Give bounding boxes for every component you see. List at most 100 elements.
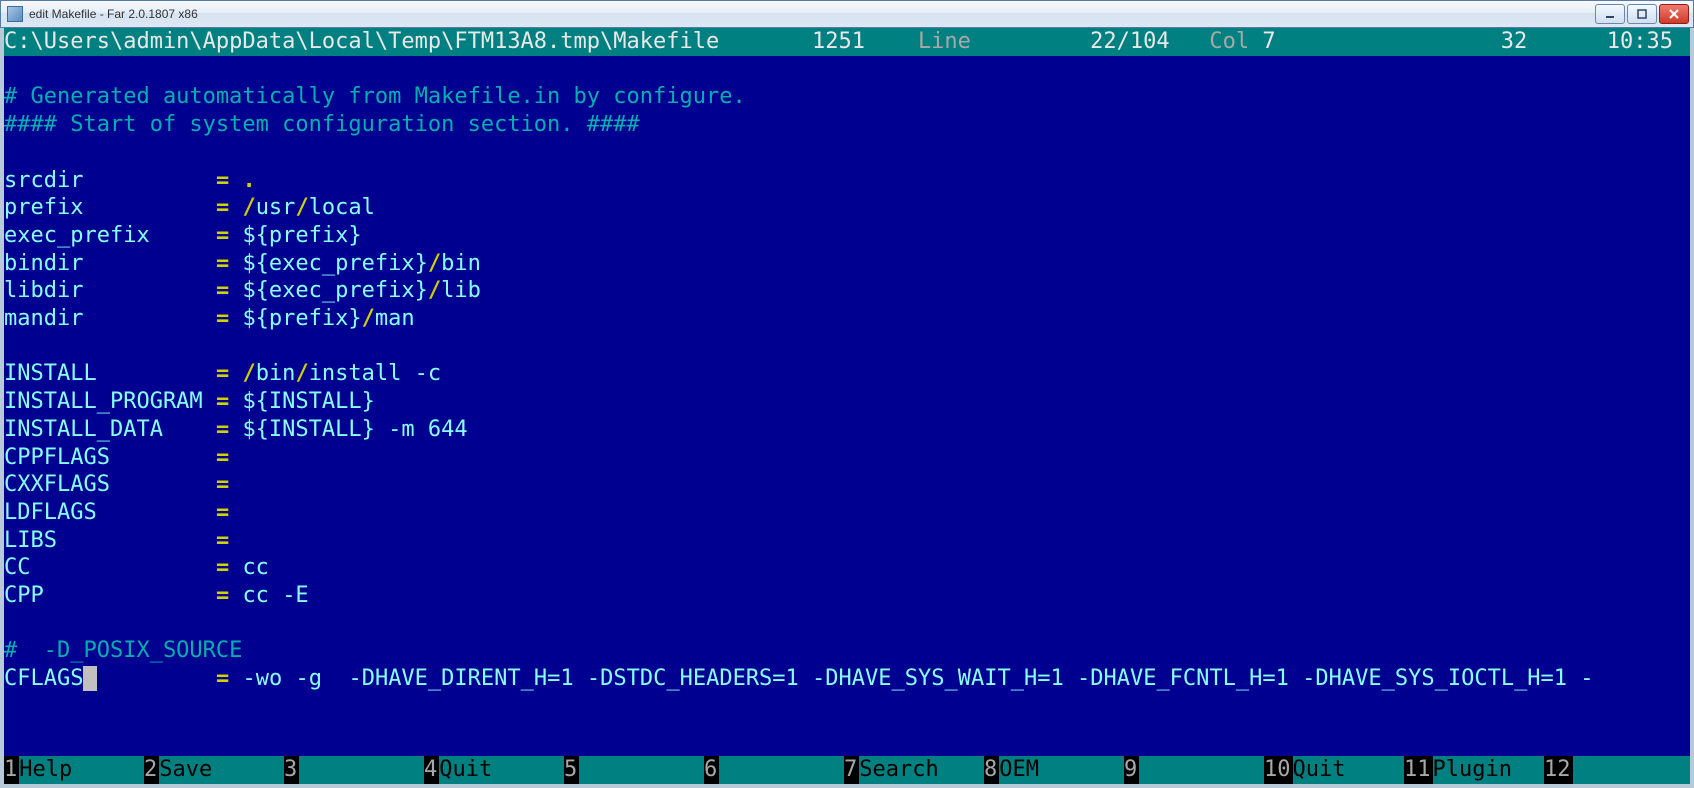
fkey-number: 1 bbox=[4, 756, 19, 784]
value: install bbox=[309, 361, 402, 386]
fkey-label bbox=[719, 756, 844, 784]
editor-statusbar: C:\Users\admin\AppData\Local\Temp\FTM13A… bbox=[4, 28, 1690, 56]
equals: = bbox=[216, 555, 229, 580]
minimize-button[interactable] bbox=[1595, 4, 1625, 24]
fkey-2[interactable]: 2Save bbox=[144, 756, 284, 784]
fkey-number: 3 bbox=[284, 756, 299, 784]
text-cursor bbox=[83, 666, 96, 691]
slash: / bbox=[242, 361, 255, 386]
value: ${prefix} bbox=[242, 306, 361, 331]
equals: = bbox=[216, 361, 229, 386]
var-name: INSTALL_PROGRAM bbox=[4, 389, 203, 414]
value: usr bbox=[256, 195, 296, 220]
status-col-val: 7 bbox=[1262, 29, 1275, 54]
code-content: # Generated automatically from Makefile.… bbox=[4, 83, 1690, 692]
fkey-label: OEM bbox=[999, 756, 1124, 784]
value: ${INSTALL} bbox=[242, 417, 374, 442]
slash: / bbox=[295, 361, 308, 386]
status-codepage: 1251 bbox=[812, 29, 865, 54]
var-name: bindir bbox=[4, 251, 83, 276]
fkey-1[interactable]: 1Help bbox=[4, 756, 144, 784]
fkey-label: Quit bbox=[1293, 756, 1405, 784]
fkey-12[interactable]: 12 bbox=[1544, 756, 1684, 784]
editor-area[interactable]: # Generated automatically from Makefile.… bbox=[4, 56, 1690, 757]
status-path: C:\Users\admin\AppData\Local\Temp\FTM13A… bbox=[4, 29, 719, 54]
window-title: edit Makefile - Far 2.0.1807 x86 bbox=[29, 7, 198, 21]
close-icon bbox=[1669, 9, 1679, 19]
value: -E bbox=[282, 583, 309, 608]
equals: = bbox=[216, 528, 229, 553]
equals: = bbox=[216, 306, 229, 331]
equals: = bbox=[216, 195, 229, 220]
fkey-8[interactable]: 8OEM bbox=[984, 756, 1124, 784]
var-name: LDFLAGS bbox=[4, 500, 97, 525]
equals: = bbox=[216, 472, 229, 497]
equals: = bbox=[216, 500, 229, 525]
fkey-label: Save bbox=[159, 756, 284, 784]
var-name: libdir bbox=[4, 278, 83, 303]
fkey-10[interactable]: 10Quit bbox=[1264, 756, 1404, 784]
slash: / bbox=[428, 251, 441, 276]
slash: / bbox=[295, 195, 308, 220]
value: -wo bbox=[242, 666, 282, 691]
var-name: LIBS bbox=[4, 528, 57, 553]
fkey-number: 4 bbox=[424, 756, 439, 784]
value: ${INSTALL} bbox=[242, 389, 374, 414]
fkey-label: Search bbox=[859, 756, 984, 784]
equals: = bbox=[216, 417, 229, 442]
fkey-5[interactable]: 5 bbox=[564, 756, 704, 784]
status-time: 10:35 bbox=[1607, 29, 1673, 54]
var-name: INSTALL bbox=[4, 361, 97, 386]
fkey-number: 11 bbox=[1404, 756, 1433, 784]
slash: / bbox=[428, 278, 441, 303]
var-name: mandir bbox=[4, 306, 83, 331]
value: bin bbox=[441, 251, 481, 276]
fkey-11[interactable]: 11Plugin bbox=[1404, 756, 1544, 784]
value: . bbox=[242, 168, 255, 193]
minimize-icon bbox=[1605, 9, 1615, 19]
status-line-pos: 22/104 bbox=[1090, 29, 1169, 54]
value: -c bbox=[415, 361, 442, 386]
value: bin bbox=[256, 361, 296, 386]
var-name: exec_prefix bbox=[4, 223, 150, 248]
fkey-number: 8 bbox=[984, 756, 999, 784]
value: lib bbox=[441, 278, 481, 303]
var-name: CC bbox=[4, 555, 31, 580]
value: ${exec_prefix} bbox=[242, 278, 427, 303]
equals: = bbox=[216, 583, 229, 608]
maximize-icon bbox=[1637, 9, 1647, 19]
fkey-number: 5 bbox=[564, 756, 579, 784]
function-keybar: 1Help 2Save 3 4Quit 5 6 7Search8OEM 9 10… bbox=[4, 756, 1690, 784]
equals: = bbox=[216, 389, 229, 414]
comment-line: #### Start of system configuration secti… bbox=[4, 112, 640, 137]
status-col-label: Col bbox=[1209, 29, 1249, 54]
fkey-9[interactable]: 9 bbox=[1124, 756, 1264, 784]
editor-shell: C:\Users\admin\AppData\Local\Temp\FTM13A… bbox=[0, 28, 1694, 788]
fkey-label: Quit bbox=[439, 756, 564, 784]
equals: = bbox=[216, 445, 229, 470]
value: -DSTDC_HEADERS=1 bbox=[587, 666, 799, 691]
value: ${exec_prefix} bbox=[242, 251, 427, 276]
value: -DHAVE_DIRENT_H=1 bbox=[348, 666, 573, 691]
equals: = bbox=[216, 251, 229, 276]
close-button[interactable] bbox=[1659, 4, 1689, 24]
var-name: INSTALL_DATA bbox=[4, 417, 163, 442]
slash: / bbox=[362, 306, 375, 331]
window-titlebar: edit Makefile - Far 2.0.1807 x86 bbox=[0, 0, 1694, 28]
fkey-label bbox=[579, 756, 704, 784]
fkey-7[interactable]: 7Search bbox=[844, 756, 984, 784]
equals: = bbox=[216, 666, 229, 691]
fkey-3[interactable]: 3 bbox=[284, 756, 424, 784]
comment-line: # -D_POSIX_SOURCE bbox=[4, 638, 242, 663]
var-name: srcdir bbox=[4, 168, 83, 193]
fkey-6[interactable]: 6 bbox=[704, 756, 844, 784]
slash: / bbox=[242, 195, 255, 220]
maximize-button[interactable] bbox=[1627, 4, 1657, 24]
equals: = bbox=[216, 223, 229, 248]
fkey-4[interactable]: 4Quit bbox=[424, 756, 564, 784]
value: -m 644 bbox=[388, 417, 467, 442]
fkey-number: 6 bbox=[704, 756, 719, 784]
value: ${prefix} bbox=[242, 223, 361, 248]
fkey-number: 2 bbox=[144, 756, 159, 784]
value: local bbox=[309, 195, 375, 220]
